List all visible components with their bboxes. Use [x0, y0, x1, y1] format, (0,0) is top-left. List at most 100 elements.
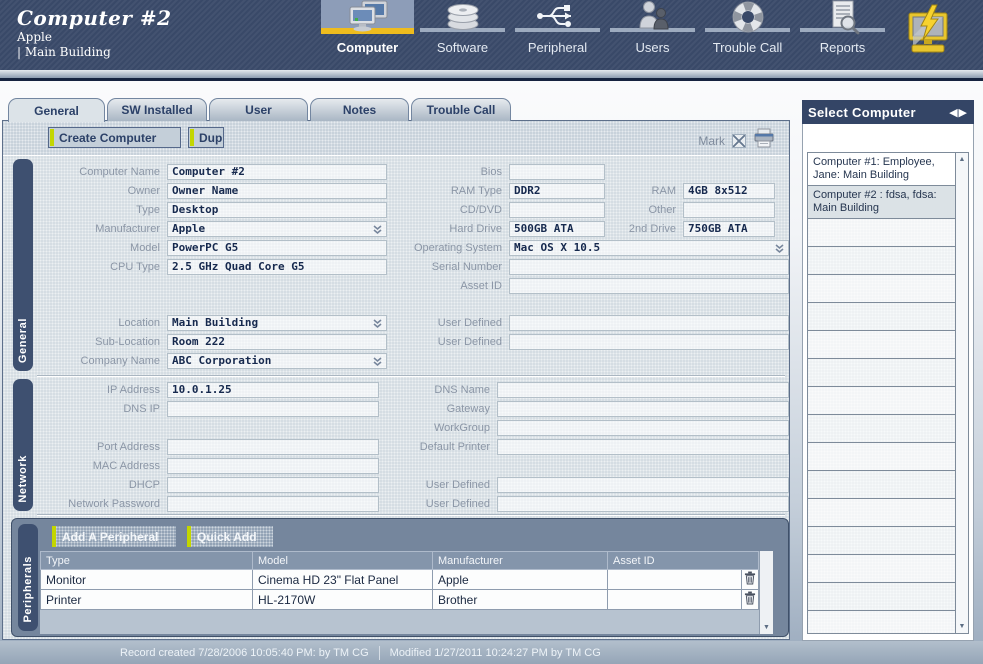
- ram-type-field[interactable]: DDR2: [509, 183, 605, 199]
- add-peripheral-button[interactable]: Add A Peripheral: [52, 526, 176, 547]
- company-name-field[interactable]: ABC Corporation: [167, 353, 387, 369]
- nav-trouble-call[interactable]: Trouble Call: [700, 0, 795, 66]
- network-user-defined-field-2[interactable]: [497, 496, 789, 512]
- manufacturer-field[interactable]: Apple: [167, 221, 387, 237]
- nav-computer[interactable]: Computer: [320, 0, 415, 66]
- list-item-empty[interactable]: [808, 331, 955, 359]
- delete-peripheral-button[interactable]: [741, 590, 759, 610]
- list-item-empty[interactable]: [808, 499, 955, 527]
- mark-checkbox[interactable]: [732, 134, 746, 148]
- list-item-computer-2[interactable]: Computer #2 : fdsa, fdsa: Main Building: [808, 186, 955, 219]
- delete-peripheral-button[interactable]: [741, 570, 759, 590]
- table-row[interactable]: Printer HL-2170W Brother: [40, 590, 759, 610]
- list-item-empty[interactable]: [808, 219, 955, 247]
- operating-system-field[interactable]: Mac OS X 10.5: [509, 240, 789, 256]
- ram-field[interactable]: 4GB 8x512: [683, 183, 775, 199]
- quick-add-button[interactable]: Quick Add: [187, 526, 273, 547]
- computer-name-field[interactable]: Computer #2: [167, 164, 387, 180]
- list-item-empty[interactable]: [808, 415, 955, 443]
- tab-sw-installed[interactable]: SW Installed: [107, 98, 207, 121]
- default-printer-field[interactable]: [497, 439, 789, 455]
- column-header-model[interactable]: Model: [252, 551, 432, 570]
- list-item-empty[interactable]: [808, 387, 955, 415]
- section-tab-peripherals[interactable]: Peripherals: [18, 524, 38, 631]
- nav-reports[interactable]: Reports: [795, 0, 890, 66]
- second-drive-field[interactable]: 750GB ATA: [683, 221, 775, 237]
- print-icon[interactable]: [753, 128, 775, 153]
- column-header-asset-id[interactable]: Asset ID: [607, 551, 759, 570]
- chevron-down-icon[interactable]: [774, 244, 785, 256]
- nav-peripheral[interactable]: Peripheral: [510, 0, 605, 66]
- sidebar-prev-next-arrows[interactable]: ◀▶: [949, 106, 968, 119]
- dhcp-field[interactable]: [167, 477, 379, 493]
- user-defined-field-1[interactable]: [509, 315, 789, 331]
- section-tab-network[interactable]: Network: [13, 379, 33, 511]
- nav-trouble-call-label: Trouble Call: [700, 40, 795, 55]
- user-defined-fields: User Defined User Defined: [391, 313, 789, 351]
- dns-name-field[interactable]: [497, 382, 789, 398]
- list-item-empty[interactable]: [808, 303, 955, 331]
- user-defined-field-2[interactable]: [509, 334, 789, 350]
- dup-button[interactable]: Dup: [188, 127, 224, 148]
- field-row: Sub-Location Room 222: [37, 332, 387, 351]
- sub-location-field[interactable]: Room 222: [167, 334, 387, 350]
- list-item-empty[interactable]: [808, 359, 955, 387]
- computer-list-scrollbar[interactable]: ▲ ▼: [955, 153, 968, 633]
- create-computer-button[interactable]: Create Computer: [48, 127, 181, 148]
- tab-notes[interactable]: Notes: [310, 98, 409, 121]
- chevron-down-icon[interactable]: [372, 357, 383, 369]
- location-fields: Location Main Building Sub-Location Room…: [37, 313, 387, 370]
- cd-dvd-field[interactable]: [509, 202, 605, 218]
- ip-address-field[interactable]: 10.0.1.25: [167, 382, 379, 398]
- peripherals-scrollbar[interactable]: ▼: [759, 551, 773, 634]
- location-field[interactable]: Main Building: [167, 315, 387, 331]
- workgroup-field[interactable]: [497, 420, 789, 436]
- main-nav: Computer Software: [320, 0, 890, 66]
- scroll-down-icon[interactable]: ▼: [956, 623, 968, 630]
- dns-ip-field[interactable]: [167, 401, 379, 417]
- record-panel: Create Computer Dup Mark General Networ: [2, 120, 790, 640]
- port-address-field[interactable]: [167, 439, 379, 455]
- list-item-empty[interactable]: [808, 275, 955, 303]
- list-item-empty[interactable]: [808, 471, 955, 499]
- nav-users[interactable]: Users: [605, 0, 700, 66]
- cpu-type-field[interactable]: 2.5 GHz Quad Core G5: [167, 259, 387, 275]
- sidebar-title: Select Computer: [808, 105, 916, 120]
- hard-drive-field[interactable]: 500GB ATA: [509, 221, 605, 237]
- exit-button[interactable]: [903, 4, 953, 56]
- list-item-computer-1[interactable]: Computer #1: Employee, Jane: Main Buildi…: [808, 153, 955, 186]
- mac-address-field[interactable]: [167, 458, 379, 474]
- chevron-down-icon[interactable]: [372, 225, 383, 237]
- asset-id-field[interactable]: [509, 278, 789, 294]
- list-item-empty[interactable]: [808, 443, 955, 471]
- tab-trouble-call[interactable]: Trouble Call: [411, 98, 511, 121]
- tab-general[interactable]: General: [8, 98, 105, 122]
- list-item-empty[interactable]: [808, 247, 955, 275]
- list-item-empty[interactable]: [808, 583, 955, 611]
- bios-field[interactable]: [509, 164, 605, 180]
- field-row: RAM Type DDR2 RAM 4GB 8x512: [391, 181, 789, 200]
- list-item-empty[interactable]: [808, 555, 955, 583]
- trouble-call-icon: [731, 0, 765, 39]
- column-header-manufacturer[interactable]: Manufacturer: [432, 551, 607, 570]
- scroll-down-icon[interactable]: ▼: [760, 624, 773, 631]
- serial-number-field[interactable]: [509, 259, 789, 275]
- nav-reports-label: Reports: [795, 40, 890, 55]
- gateway-field[interactable]: [497, 401, 789, 417]
- network-password-field[interactable]: [167, 496, 379, 512]
- column-header-type[interactable]: Type: [40, 551, 252, 570]
- field-row: CPU Type 2.5 GHz Quad Core G5: [37, 257, 387, 276]
- model-field[interactable]: PowerPC G5: [167, 240, 387, 256]
- tab-user[interactable]: User: [209, 98, 308, 121]
- network-user-defined-field-1[interactable]: [497, 477, 789, 493]
- list-item-empty[interactable]: [808, 527, 955, 555]
- scroll-up-icon[interactable]: ▲: [956, 156, 968, 163]
- other-field[interactable]: [683, 202, 775, 218]
- type-field[interactable]: Desktop: [167, 202, 387, 218]
- chevron-down-icon[interactable]: [372, 319, 383, 331]
- owner-field[interactable]: Owner Name: [167, 183, 387, 199]
- nav-software[interactable]: Software: [415, 0, 510, 66]
- table-row[interactable]: Monitor Cinema HD 23" Flat Panel Apple: [40, 570, 759, 590]
- section-tab-general[interactable]: General: [13, 159, 33, 371]
- header: Computer #2 Apple | Main Building: [0, 0, 983, 70]
